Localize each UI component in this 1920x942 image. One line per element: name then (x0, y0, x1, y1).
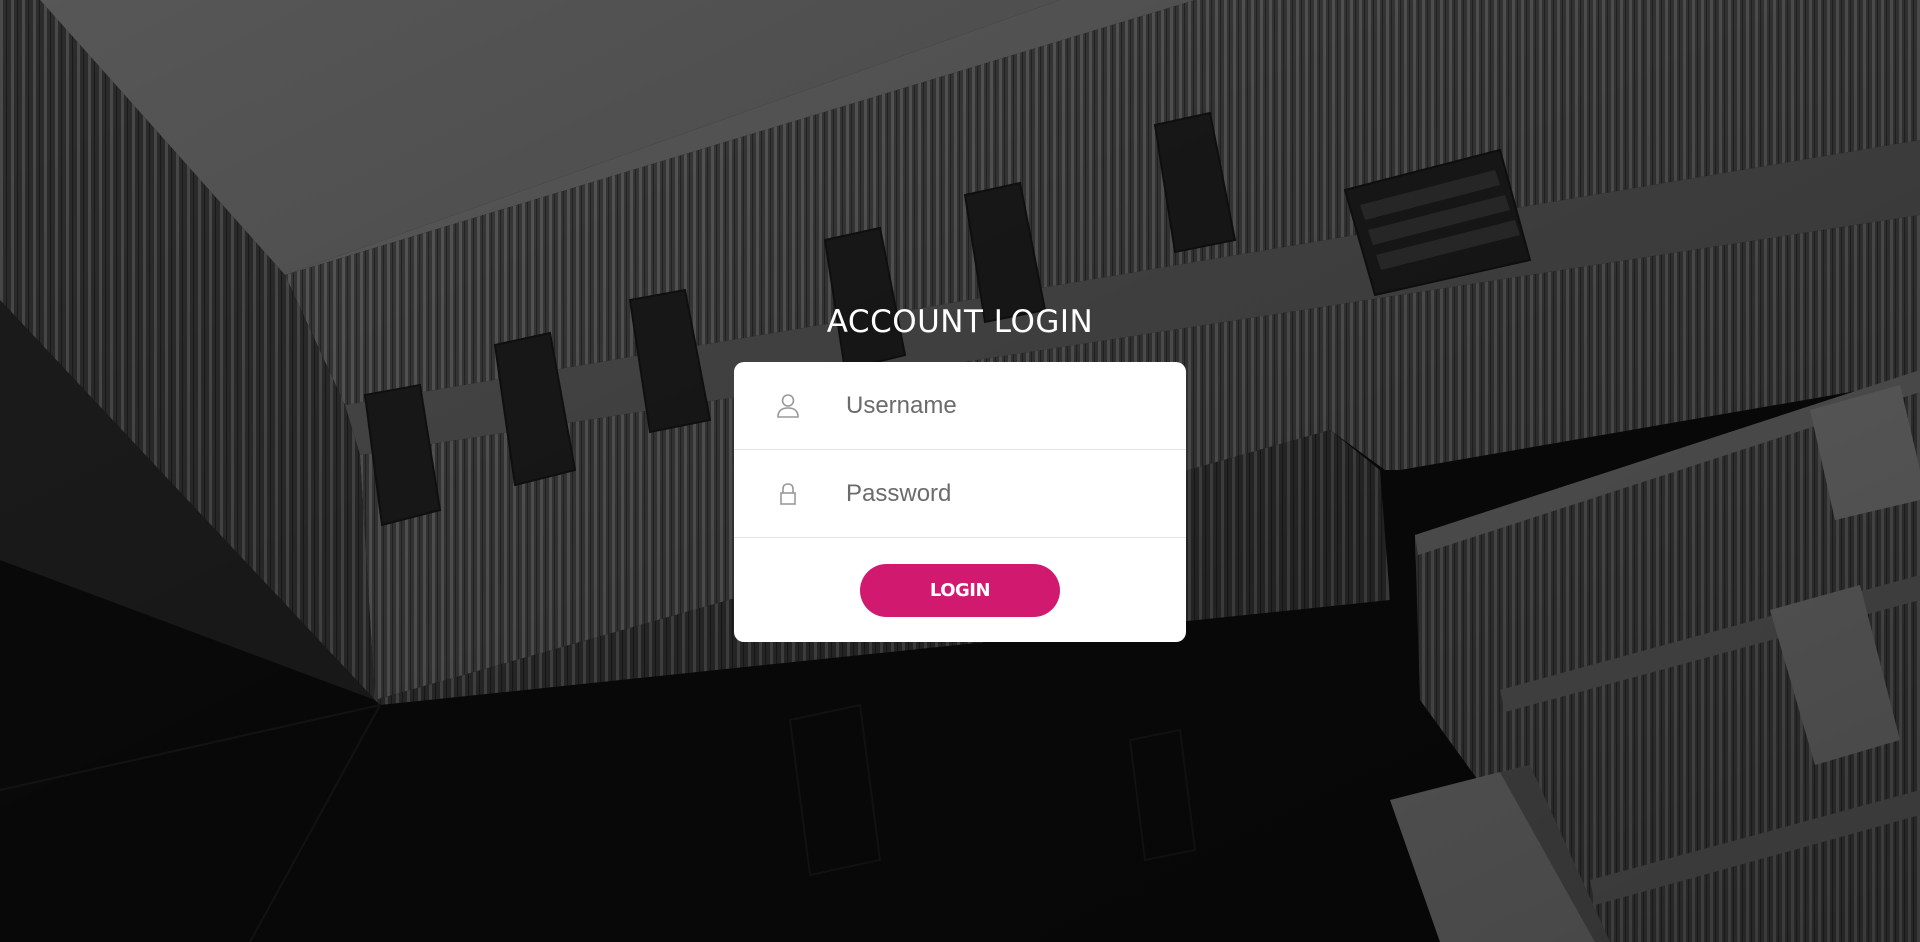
login-button-container: LOGIN (734, 564, 1186, 617)
login-card: LOGIN (734, 362, 1186, 642)
password-field (734, 450, 1186, 538)
login-page: ACCOUNT LOGIN LOGIN (0, 0, 1920, 942)
password-input[interactable] (846, 472, 1156, 516)
username-field (734, 362, 1186, 450)
username-input[interactable] (846, 384, 1156, 428)
login-button[interactable]: LOGIN (860, 564, 1060, 617)
page-title: ACCOUNT LOGIN (826, 304, 1094, 340)
user-icon (774, 362, 802, 449)
lock-icon (774, 450, 802, 537)
